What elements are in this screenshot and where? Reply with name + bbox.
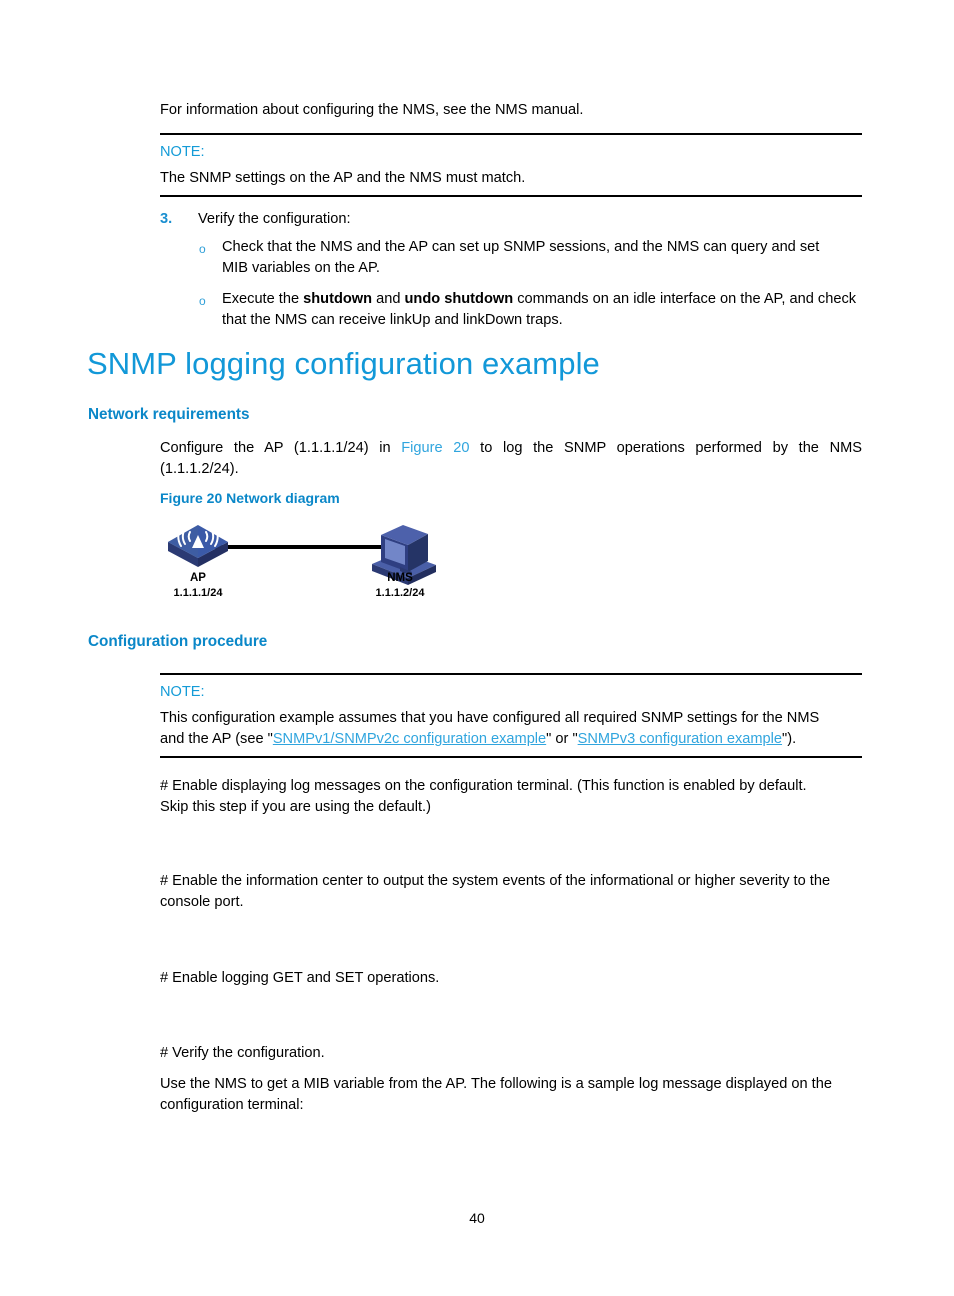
note-label: NOTE:: [160, 684, 205, 700]
note-text: The SNMP settings on the AP and the NMS …: [160, 170, 526, 186]
note-label: NOTE:: [160, 144, 205, 160]
figure-20-crossref-link[interactable]: Figure 20: [401, 440, 469, 456]
sub-item-2-mid: and: [372, 291, 405, 307]
section-heading-configuration-procedure: Configuration procedure: [88, 633, 268, 650]
nr-text-post: to log the SNMP operations performed by …: [469, 440, 863, 456]
snmpv1-v2c-example-link[interactable]: SNMPv1/SNMPv2c configuration example: [273, 731, 546, 747]
note-line2-post: ").: [782, 731, 797, 747]
note-line2-mid: " or ": [546, 731, 578, 747]
wireless-access-point-icon: [168, 525, 228, 567]
body-paragraph-3: # Enable logging GET and SET operations.: [160, 970, 440, 986]
sub-item-1-line1: Check that the NMS and the AP can set up…: [222, 239, 820, 255]
sub-item-2-post: commands on an idle interface on the AP,…: [513, 291, 857, 307]
intro-paragraph: For information about configuring the NM…: [160, 100, 865, 121]
note-box-snmp-settings: NOTE: The SNMP settings on the AP and th…: [160, 133, 862, 197]
body-paragraph-2-line2: console port.: [160, 894, 244, 910]
nr-text-pre: Configure the AP (1.1.1.1/24) in: [160, 440, 402, 456]
page-title: SNMP logging configuration example: [87, 346, 600, 381]
sub-bullet-marker: o: [199, 242, 206, 256]
sub-bullet-marker: o: [199, 294, 206, 308]
note-line2: and the AP (see "SNMPv1/SNMPv2c configur…: [160, 729, 862, 750]
body-paragraph-5-line1: Use the NMS to get a MIB variable from t…: [160, 1076, 832, 1092]
page-number: 40: [469, 1210, 485, 1226]
ap-ip-address: 1.1.1.1/24: [173, 587, 223, 599]
step-number-3: 3.: [160, 211, 173, 227]
sub-item-2-line2: that the NMS can receive linkUp and link…: [222, 312, 563, 328]
step-3-text: Verify the configuration:: [198, 211, 351, 227]
undo-shutdown-command: undo shutdown: [404, 291, 514, 307]
network-requirements-line2: (1.1.1.2/24).: [160, 461, 239, 477]
note-line1: This configuration example assumes that …: [160, 710, 820, 726]
ap-label: AP: [190, 572, 206, 584]
sub-item-2-pre: Execute the: [222, 291, 304, 307]
document-page: For information about configuring the NM…: [0, 0, 954, 1296]
network-requirements-line1: Configure the AP (1.1.1.1/24) in Figure …: [160, 438, 862, 459]
body-paragraph-2-line1: # Enable the information center to outpu…: [160, 873, 831, 889]
body-paragraph-1-line1: # Enable displaying log messages on the …: [160, 778, 807, 794]
section-heading-network-requirements: Network requirements: [88, 406, 250, 423]
note-line2-pre: and the AP (see ": [160, 731, 273, 747]
sub-item-2-line1: Execute the shutdown and undo shutdown c…: [222, 289, 872, 310]
figure-caption: Figure 20 Network diagram: [160, 490, 340, 506]
nms-label: NMS: [387, 572, 413, 584]
network-diagram: AP 1.1.1.1/24 NMS 1.1.1.2/24: [160, 515, 450, 605]
nms-ip-address: 1.1.1.2/24: [375, 587, 425, 599]
note-box-configuration-assumptions: NOTE: This configuration example assumes…: [160, 673, 862, 758]
body-paragraph-4: # Verify the configuration.: [160, 1045, 325, 1061]
snmpv3-example-link[interactable]: SNMPv3 configuration example: [578, 731, 782, 747]
body-paragraph-5-line2: configuration terminal:: [160, 1097, 304, 1113]
intro-text: For information about configuring the NM…: [160, 102, 584, 118]
shutdown-command: shutdown: [303, 291, 373, 307]
sub-item-1-line2: MIB variables on the AP.: [222, 260, 380, 276]
body-paragraph-1-line2: Skip this step if you are using the defa…: [160, 799, 431, 815]
